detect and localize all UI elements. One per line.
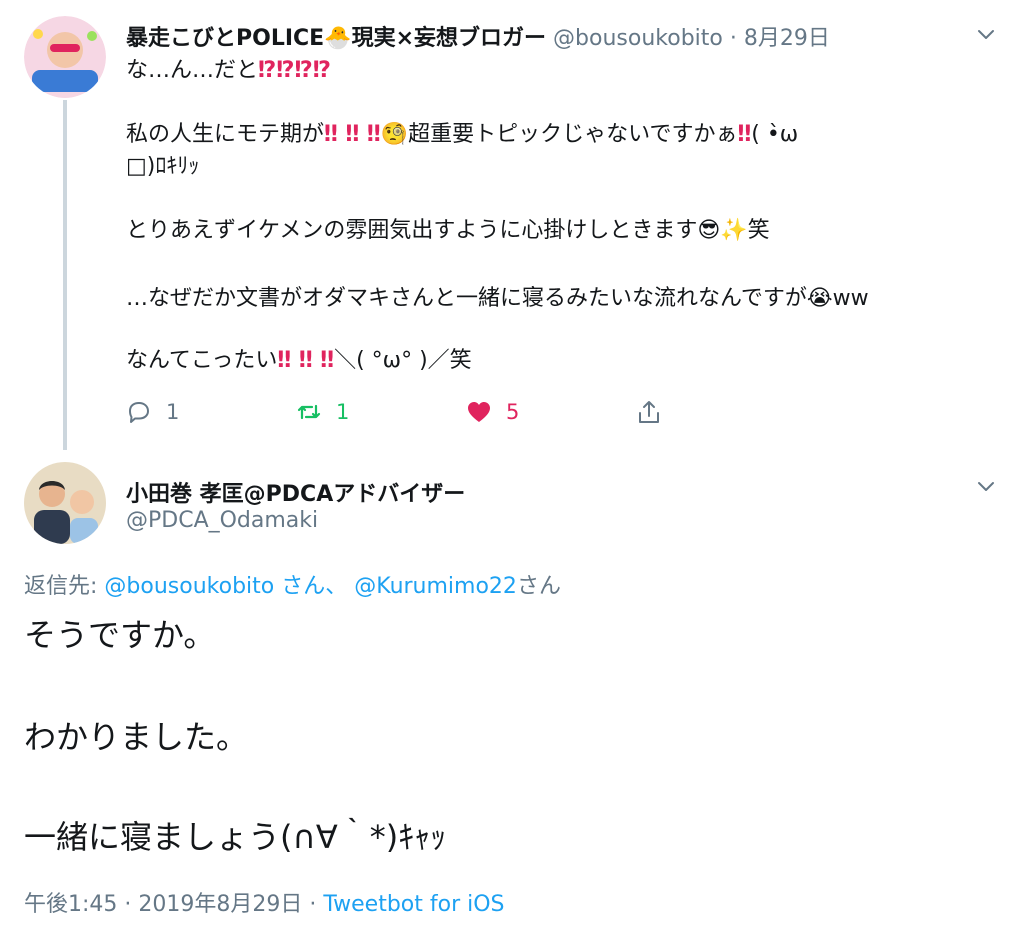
avatar[interactable] — [24, 462, 106, 544]
username[interactable]: @PDCA_Odamaki — [126, 508, 318, 533]
reply-context: 返信先: @bousoukobito さん、 @Kurumimo22さん — [24, 568, 561, 600]
tweet-text-line: …なぜだか文書がオダマキさんと一緒に寝るみたいな流れなんですが😭ww — [126, 284, 869, 314]
tweet-header: 暴走こびとPOLICE🐣現実×妄想ブロガー @bousoukobito · 8月… — [126, 20, 830, 52]
share-button[interactable] — [636, 396, 676, 428]
reply-button[interactable]: 1 — [126, 396, 179, 428]
like-button[interactable]: 5 — [466, 396, 519, 428]
tweet-header: 小田巻 孝匡@PDCAアドバイザー — [126, 476, 465, 508]
tweet-text-line: なんてこったい‼ ‼ ‼＼( °ω° )／笑 — [126, 346, 472, 376]
retweet-count: 1 — [336, 400, 350, 424]
username[interactable]: @bousoukobito — [553, 26, 723, 51]
avatar[interactable] — [24, 16, 106, 98]
separator: · — [302, 892, 324, 917]
chevron-down-icon[interactable] — [976, 476, 996, 496]
tweet-source-link[interactable]: Tweetbot for iOS — [323, 892, 504, 917]
tweet-text-line: そうですか。 — [24, 616, 216, 654]
tweet-timestamp[interactable]: 午後1:45 · 2019年8月29日 — [24, 892, 302, 917]
text: なんてこったい — [126, 348, 278, 373]
tweet-date[interactable]: 8月29日 — [744, 26, 830, 51]
text: 私の人生にモテ期が — [126, 122, 325, 147]
emphasis-marks: ‼ ‼ ‼ — [277, 348, 335, 373]
reply-mention-link[interactable]: @Kurumimo22 — [354, 574, 517, 599]
tweet-header-handle: @PDCA_Odamaki — [126, 508, 318, 533]
like-count: 5 — [506, 400, 520, 424]
emphasis-marks: ‼ — [737, 122, 752, 147]
like-icon — [468, 402, 490, 422]
text: な…ん…だと — [126, 58, 259, 83]
separator: · — [722, 26, 744, 51]
thread-line — [63, 100, 67, 450]
tweet-actions: 1 1 5 — [126, 396, 686, 428]
display-name[interactable]: 暴走こびとPOLICE🐣現実×妄想ブロガー — [126, 26, 546, 51]
tweet-text-line: □)ﾛｷﾘｯ — [126, 152, 199, 182]
reply-suffix: さん — [516, 574, 561, 599]
text: とりあえずイケメンの雰囲気出すように心掛けしときます😎✨笑 — [126, 218, 770, 243]
tweet-text-line: 私の人生にモテ期が‼ ‼ ‼🧐超重要トピックじゃないですかぁ‼( •̀ω — [126, 120, 798, 150]
text: □)ﾛｷﾘｯ — [126, 154, 200, 179]
chevron-down-icon[interactable] — [976, 24, 996, 44]
tweet-text-line: 一緒に寝ましょう(∩∀｀*)ｷｬｯ — [24, 818, 447, 856]
emphasis-marks: ‼ ‼ ‼ — [324, 122, 381, 147]
retweet-button[interactable]: 1 — [296, 396, 349, 428]
reply-icon — [129, 402, 149, 423]
reply-mention-link[interactable]: @bousoukobito さん、 — [104, 574, 347, 599]
retweet-icon — [297, 404, 321, 420]
text: ( •̀ω — [751, 122, 799, 147]
tweet-metadata: 午後1:45 · 2019年8月29日 · Tweetbot for iOS — [24, 886, 505, 918]
reply-label: 返信先: — [24, 574, 98, 599]
reply-count: 1 — [166, 400, 180, 424]
emphasis-marks: ⁉⁉⁉⁉ — [258, 58, 331, 83]
tweet-text-line: わかりました。 — [24, 718, 249, 756]
tweet-text-line: とりあえずイケメンの雰囲気出すように心掛けしときます😎✨笑 — [126, 216, 770, 246]
text: 🧐超重要トピックじゃないですかぁ — [380, 122, 738, 147]
text: …なぜだか文書がオダマキさんと一緒に寝るみたいな流れなんですが😭ww — [126, 286, 869, 311]
display-name[interactable]: 小田巻 孝匡@PDCAアドバイザー — [126, 482, 465, 507]
share-icon — [639, 401, 659, 423]
tweet-text-line: な…ん…だと⁉⁉⁉⁉ — [126, 56, 331, 86]
text: ＼( °ω° )／笑 — [334, 348, 472, 373]
